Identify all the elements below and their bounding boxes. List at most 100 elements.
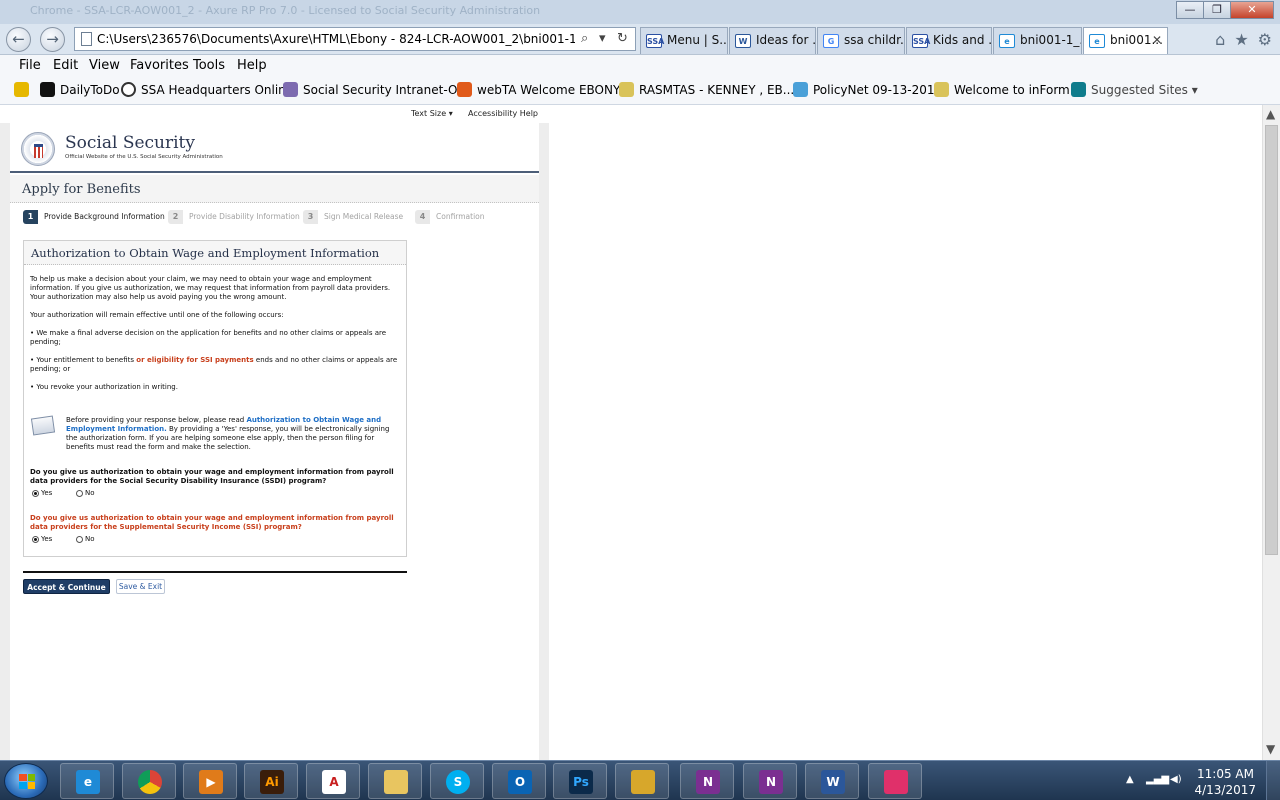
address-url[interactable]: C:\Users\236576\Documents\Axure\HTML\Ebo… xyxy=(97,32,575,46)
card-body: To help us make a decision about your cl… xyxy=(30,275,402,547)
save-exit-button[interactable]: Save & Exit xyxy=(116,579,165,594)
favorite-6[interactable]: RASMTAS - KENNEY , EB... xyxy=(619,82,794,97)
address-bar[interactable]: C:\Users\236576\Documents\Axure\HTML\Ebo… xyxy=(74,27,636,51)
menu-edit[interactable]: Edit xyxy=(53,58,78,73)
page-title: Apply for Benefits xyxy=(22,182,141,197)
favorite-9[interactable]: Suggested Sites ▾ xyxy=(1071,82,1198,97)
radio-ssi-no[interactable]: No xyxy=(76,535,95,544)
favorite-4[interactable]: Social Security Intranet-Of... xyxy=(283,82,472,97)
radio-group-ssdi: Yes No xyxy=(30,489,402,501)
illustrator-icon: Ai xyxy=(260,770,284,794)
chevron-down-icon[interactable]: ▾ xyxy=(599,31,606,46)
window-title-bar: Chrome - SSA-LCR-AOW001_2 - Axure RP Pro… xyxy=(0,0,1280,24)
favorite-label: webTA Welcome EBONY xyxy=(477,83,621,97)
question-ssi: Do you give us authorization to obtain y… xyxy=(30,514,394,531)
vertical-scrollbar[interactable]: ▲ ▼ xyxy=(1262,105,1280,760)
favorite-2[interactable]: DailyToDo xyxy=(40,82,120,97)
step-number: 4 xyxy=(415,210,430,224)
close-tab-icon[interactable]: ✕ xyxy=(1152,33,1162,47)
tab-4[interactable]: SSAKids and ... xyxy=(906,27,992,54)
tab-label: Ideas for ... xyxy=(756,33,816,47)
tab-1[interactable]: SSA Menu | S... xyxy=(640,27,728,54)
scroll-thumb[interactable] xyxy=(1265,125,1278,555)
taskbar-app-7[interactable]: S xyxy=(430,763,484,799)
favorite-3[interactable]: SSA Headquarters Online xyxy=(121,82,293,97)
favorite-7[interactable]: PolicyNet 09-13-2016 xyxy=(793,82,942,97)
show-desktop-button[interactable] xyxy=(1266,761,1280,800)
gear-icon[interactable]: ⚙ xyxy=(1258,30,1272,49)
ssa-seal-icon xyxy=(283,82,298,97)
step-3: 3 Sign Medical Release xyxy=(303,210,403,224)
taskbar-app-2[interactable] xyxy=(122,763,176,799)
accessibility-help-link[interactable]: Accessibility Help xyxy=(468,109,538,118)
policynet-icon xyxy=(793,82,808,97)
question-ssdi: Do you give us authorization to obtain y… xyxy=(30,468,394,485)
taskbar-app-11[interactable]: N xyxy=(680,763,734,799)
favorite-8[interactable]: Welcome to inForm! xyxy=(934,82,1075,97)
bullet-entitlement: • Your entitlement to benefits or eligib… xyxy=(30,356,398,373)
favorite-1[interactable] xyxy=(14,82,34,97)
tray-chevron-icon[interactable]: ▲ xyxy=(1126,774,1134,785)
photoshop-icon: Ps xyxy=(569,770,593,794)
ssi-eligibility-text: or eligibility for SSI payments xyxy=(136,356,254,364)
taskbar-app-13[interactable]: W xyxy=(805,763,859,799)
minimize-button[interactable]: — xyxy=(1176,1,1204,19)
scroll-up-icon[interactable]: ▲ xyxy=(1266,107,1275,121)
close-window-button[interactable]: ✕ xyxy=(1230,1,1274,19)
page-title-bar: Apply for Benefits xyxy=(10,175,539,203)
favorite-5[interactable]: webTA Welcome EBONY xyxy=(457,82,620,97)
volume-icon[interactable]: ◀) xyxy=(1170,774,1182,785)
archive-icon xyxy=(631,770,655,794)
brand-subtitle: Official Website of the U.S. Social Secu… xyxy=(65,154,223,160)
favorites-icon[interactable]: ★ xyxy=(1234,30,1248,49)
scroll-down-icon[interactable]: ▼ xyxy=(1266,742,1275,756)
tab-2[interactable]: W Ideas for ... xyxy=(729,27,816,54)
search-icon[interactable]: ⌕ xyxy=(581,31,588,46)
network-signal-icon[interactable]: ▂▄▆ xyxy=(1146,774,1169,785)
menu-tools[interactable]: Tools xyxy=(193,58,225,73)
taskbar-app-6[interactable] xyxy=(368,763,422,799)
tab-5[interactable]: e bni001-1_... xyxy=(993,27,1082,54)
radio-ssi-yes[interactable]: Yes xyxy=(32,535,52,544)
step-1: 1 Provide Background Information xyxy=(23,210,165,224)
text-size-link[interactable]: Text Size ▾ xyxy=(411,109,453,118)
taskbar-app-3[interactable]: ▶ xyxy=(183,763,237,799)
tiles-icon xyxy=(884,770,908,794)
home-icon[interactable]: ⌂ xyxy=(1215,30,1225,49)
taskbar-app-14[interactable] xyxy=(868,763,922,799)
application-page: Social Security Official Website of the … xyxy=(10,123,539,760)
taskbar-app-1[interactable]: e xyxy=(60,763,114,799)
taskbar-app-9[interactable]: Ps xyxy=(553,763,607,799)
menu-bar: File Edit View Favorites Tools Help xyxy=(0,55,1280,77)
forward-button[interactable]: → xyxy=(40,27,65,52)
step-number: 3 xyxy=(303,210,318,224)
restore-button[interactable]: ❐ xyxy=(1203,1,1231,19)
taskbar-app-5[interactable]: A xyxy=(306,763,360,799)
menu-file[interactable]: File xyxy=(19,58,41,73)
step-label: Sign Medical Release xyxy=(324,212,404,221)
taskbar-app-4[interactable]: Ai xyxy=(244,763,298,799)
taskbar-app-12[interactable]: N xyxy=(743,763,797,799)
brand-title[interactable]: Social Security xyxy=(65,133,195,153)
menu-view[interactable]: View xyxy=(89,58,120,73)
clock-date[interactable]: 4/13/2017 xyxy=(1194,783,1256,797)
accept-continue-button[interactable]: Accept & Continue xyxy=(23,579,110,594)
favorites-star-icon xyxy=(14,82,29,97)
taskbar-app-10[interactable] xyxy=(615,763,669,799)
clock-time[interactable]: 11:05 AM xyxy=(1197,767,1254,781)
tab-6[interactable]: e bni001... ✕ xyxy=(1083,27,1168,54)
refresh-icon[interactable]: ↻ xyxy=(617,31,628,46)
menu-favorites[interactable]: Favorites xyxy=(130,58,189,73)
back-button[interactable]: ← xyxy=(6,27,31,52)
menu-help[interactable]: Help xyxy=(237,58,267,73)
radio-ssdi-yes[interactable]: Yes xyxy=(32,489,52,498)
tab-label: ssa childr... xyxy=(844,33,905,47)
taskbar-app-8[interactable]: O xyxy=(492,763,546,799)
start-button[interactable] xyxy=(4,763,48,799)
favorite-label: Suggested Sites ▾ xyxy=(1091,83,1198,97)
tab-3[interactable]: Gssa childr... xyxy=(817,27,905,54)
step-label: Confirmation xyxy=(436,212,485,221)
radio-group-ssi: Yes No xyxy=(30,535,402,547)
radio-ssdi-no[interactable]: No xyxy=(76,489,95,498)
step-label: Provide Disability Information xyxy=(189,212,300,221)
